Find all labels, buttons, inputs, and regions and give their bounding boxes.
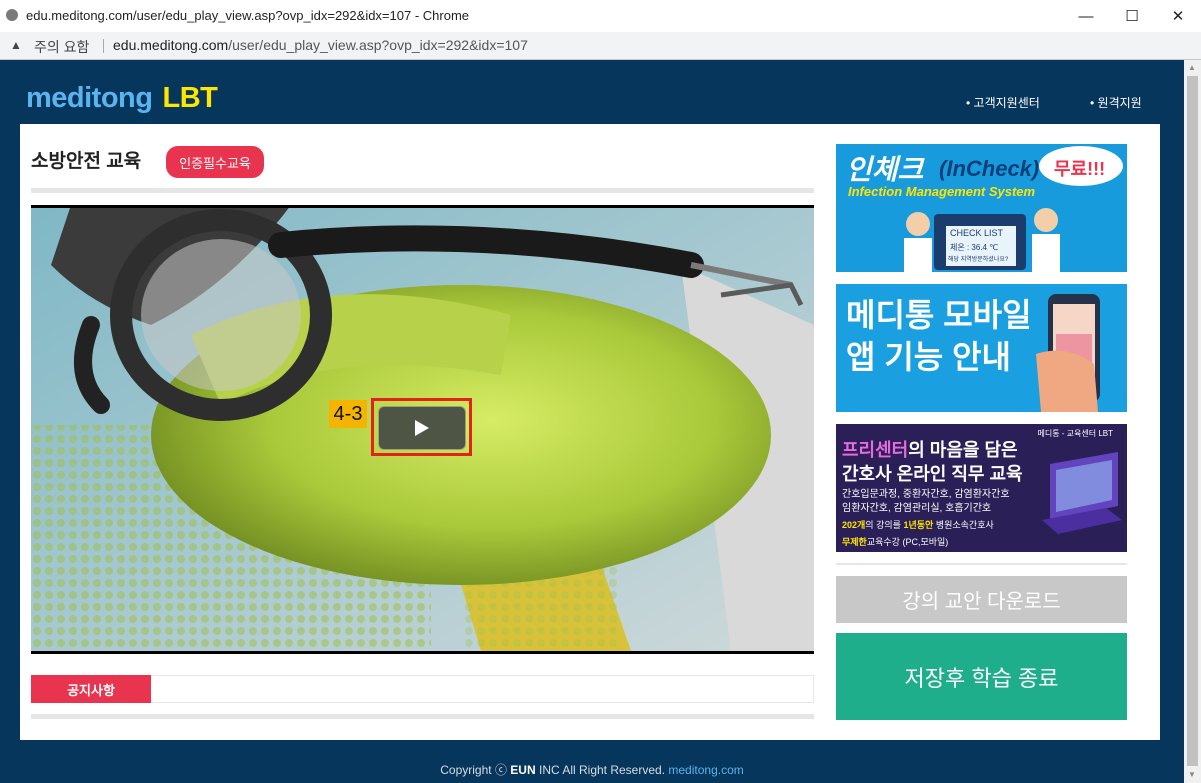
incheck-title: 인체크	[846, 154, 924, 185]
footer: Copyright ⓒ EUN INC All Right Reserved. …	[0, 761, 1184, 778]
scroll-down-icon[interactable]: ▼	[1188, 770, 1196, 779]
copyright-prefix: Copyright ⓒ	[440, 763, 507, 777]
incheck-subtitle: Infection Management System	[848, 184, 1036, 199]
nurse-line5-rest: 병원소속간호사	[935, 520, 994, 530]
nurse-line2: 간호사 온라인 직무 교육	[842, 464, 1023, 484]
notice-tab[interactable]: 공지사항	[31, 675, 151, 703]
scrollbar-thumb[interactable]	[1187, 76, 1198, 766]
browser-titlebar: edu.meditong.com/user/edu_play_view.asp?…	[0, 0, 1201, 33]
notice-divider	[31, 714, 814, 719]
minimize-button[interactable]: —	[1063, 0, 1109, 32]
window-title: edu.meditong.com/user/edu_play_view.asp?…	[26, 8, 470, 23]
incheck-title-en: (InCheck)	[939, 156, 1040, 181]
nurse-count: 202개	[842, 520, 866, 530]
address-bar[interactable]: ▲ 주의 요함 edu.meditong.com/user/edu_play_v…	[0, 32, 1201, 60]
nurse-line1: 프리센터의 마음을 담은	[842, 436, 1018, 462]
incheck-banner[interactable]: 인체크 (InCheck) 무료!!! Infection Management…	[836, 144, 1127, 272]
title-divider	[31, 188, 814, 193]
nurse-unlimited: 무제한	[842, 537, 867, 547]
certification-badge: 인증필수교육	[166, 146, 264, 178]
mobile-app-banner[interactable]: 메디통 모바일 앱 기능 안내	[836, 284, 1127, 412]
url-path: /user/edu_play_view.asp?ovp_idx=292&idx=…	[228, 37, 528, 53]
nurse-line1-highlight: 프리센터	[842, 440, 909, 460]
course-title: 소방안전 교육	[31, 151, 142, 172]
scroll-up-icon[interactable]: ▲	[1188, 63, 1196, 72]
nurse-duration: 1년동안	[903, 520, 934, 530]
nurse-education-banner[interactable]: 메디통 - 교육센터 LBT 프리센터의 마음을 담은 간호사 온라인 직무 교…	[836, 424, 1127, 552]
nurse-tag: 메디통 - 교육센터 LBT	[1037, 429, 1113, 438]
mobile-line1: 메디통 모바일	[846, 297, 1032, 333]
copyright-text: INC All Right Reserved.	[538, 763, 666, 777]
nurse-line4: 임환자간호, 감염관리실, 호흡기간호	[842, 503, 992, 514]
logo-sub: LBT	[162, 82, 218, 114]
incheck-free-bubble: 무료!!!	[1054, 159, 1106, 179]
remote-support-link[interactable]: • 원격지원	[1090, 94, 1142, 111]
incheck-card-title: CHECK LIST	[950, 228, 1004, 238]
nurse-line3: 간호입문과정, 중환자간호, 감염환자간호	[842, 489, 1010, 500]
maximize-button[interactable]: ☐	[1109, 0, 1155, 32]
page-scrollbar[interactable]: ▲ ▼	[1184, 60, 1201, 783]
incheck-card-line2: 해당 지역방문하셨나요?	[948, 257, 1009, 263]
nurse-line6-rest: 교육수강 (PC,모바일)	[866, 537, 949, 547]
divider	[103, 39, 104, 53]
close-button[interactable]: ✕	[1155, 0, 1201, 32]
url-text[interactable]: edu.meditong.com/user/edu_play_view.asp?…	[113, 37, 528, 53]
incheck-card-line1: 체온 : 36.4 ℃	[950, 243, 999, 252]
save-and-exit-button[interactable]: 저장후 학습 종료	[836, 633, 1127, 720]
chapter-label: 4-3	[329, 400, 367, 428]
sidebar-divider	[836, 563, 1127, 565]
site-logo[interactable]: meditong LBT	[26, 82, 218, 115]
customer-center-link[interactable]: • 고객지원센터	[966, 94, 1040, 111]
logo-main: meditong	[26, 82, 153, 114]
warning-icon[interactable]: ▲	[10, 38, 22, 52]
globe-icon	[6, 9, 18, 21]
site-link[interactable]: meditong.com	[668, 763, 743, 777]
play-icon	[415, 420, 429, 436]
mobile-line2: 앱 기능 안내	[846, 339, 1011, 375]
security-warning-label[interactable]: 주의 요함	[34, 37, 89, 57]
nurse-line6: 무제한교육수강 (PC,모바일)	[842, 535, 948, 548]
nurse-line1-rest: 의 마음을 담은	[908, 440, 1018, 460]
company-name: EUN	[510, 763, 536, 777]
download-handout-button[interactable]: 강의 교안 다운로드	[836, 576, 1127, 623]
url-domain: edu.meditong.com	[113, 37, 229, 53]
play-button[interactable]	[378, 406, 466, 450]
notice-bar: 공지사항	[31, 675, 814, 703]
nurse-line5: 202개의 강의를 1년동안 병원소속간호사	[842, 518, 994, 531]
nurse-line5-text: 의 강의를	[865, 520, 901, 530]
